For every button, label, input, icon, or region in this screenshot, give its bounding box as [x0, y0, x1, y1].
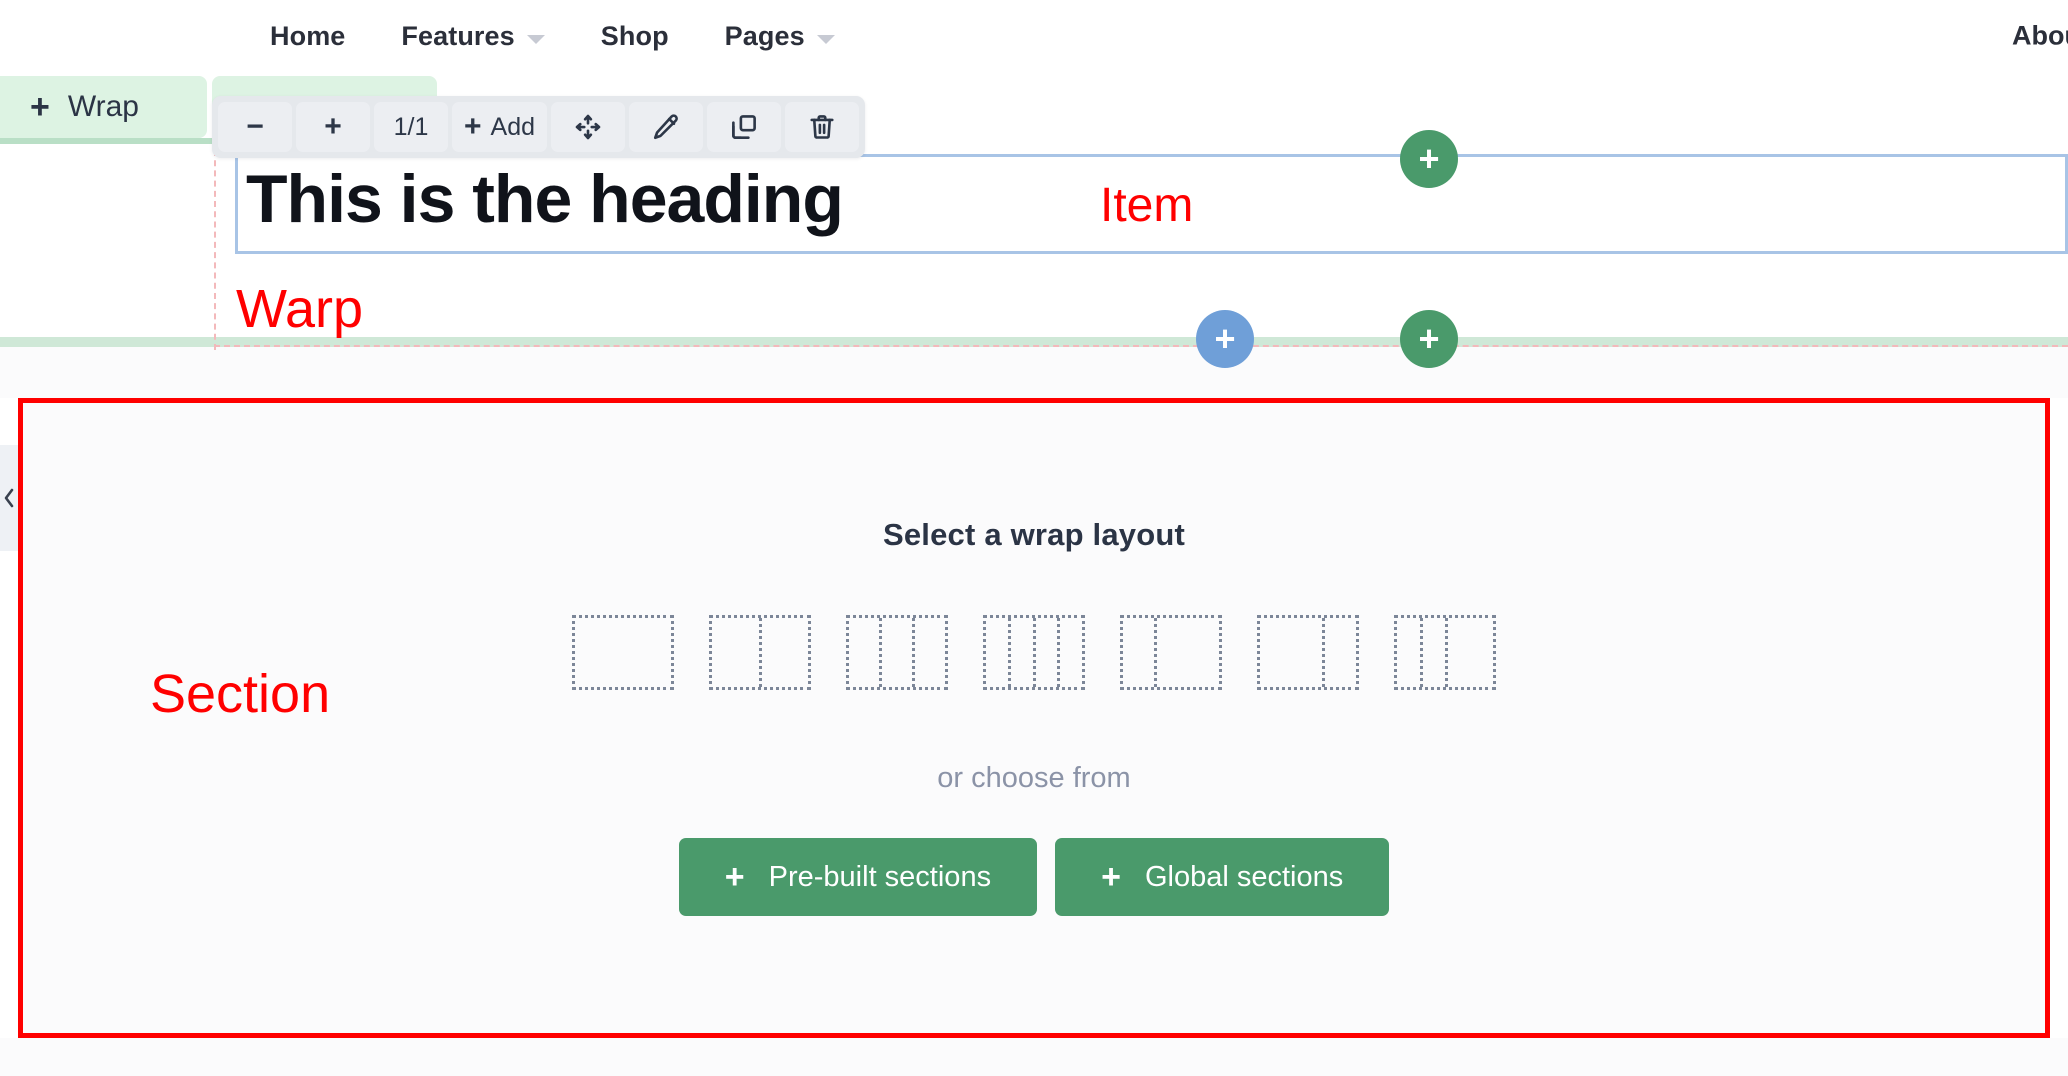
wrap-layout-title: Select a wrap layout: [882, 517, 1186, 552]
edit-icon: [651, 112, 681, 142]
annotation-section: Section: [150, 664, 331, 724]
edit-button[interactable]: [629, 102, 704, 152]
layout-option-1-column[interactable]: [572, 615, 674, 690]
column-counter-label: 1/1: [393, 112, 429, 141]
chevron-down-icon: [816, 34, 835, 44]
minus-icon: −: [246, 110, 264, 143]
editor-canvas-screenshot: Home Features Shop Pages About + Wrap −: [0, 0, 2068, 1076]
chevron-down-icon: [526, 34, 545, 44]
nav-item-features[interactable]: Features: [401, 20, 545, 52]
layout-option-3-column[interactable]: [846, 615, 948, 690]
nav-item-shop[interactable]: Shop: [601, 21, 669, 52]
layout-option-2-column[interactable]: [709, 615, 811, 690]
sidebar-collapse-handle[interactable]: [0, 445, 18, 551]
nav-item-about[interactable]: About: [2012, 21, 2068, 52]
delete-icon: [807, 112, 837, 142]
decrement-button[interactable]: −: [218, 102, 292, 152]
global-sections-label: Global sections: [1144, 860, 1344, 893]
annotation-item: Item: [1100, 179, 1194, 232]
prebuilt-sections-label: Pre-built sections: [768, 860, 992, 893]
layout-option-4-column[interactable]: [983, 615, 1085, 690]
increment-button[interactable]: +: [296, 102, 370, 152]
add-wrap-button[interactable]: +: [1196, 310, 1254, 368]
delete-button[interactable]: [785, 102, 860, 152]
site-nav: Home Features Shop Pages About: [0, 0, 2068, 72]
nav-item-home[interactable]: Home: [270, 21, 345, 52]
plus-icon: +: [324, 110, 342, 143]
site-nav-items: Home Features Shop Pages: [270, 21, 835, 52]
plus-icon: +: [30, 88, 50, 126]
plus-icon: +: [1101, 858, 1121, 896]
plus-icon: +: [724, 858, 745, 896]
move-button[interactable]: [551, 102, 626, 152]
vertical-guide: [214, 150, 216, 350]
column-counter[interactable]: 1/1: [374, 102, 448, 152]
canvas-gap: [0, 347, 2068, 398]
add-item-button-top[interactable]: +: [1400, 130, 1458, 188]
nav-item-label: Features: [401, 20, 515, 51]
nav-item-label: Home: [270, 20, 346, 51]
layout-option-2-column-wide-narrow[interactable]: [1257, 615, 1359, 690]
add-button-label: Add: [490, 112, 536, 141]
prebuilt-sections-button[interactable]: + Pre-built sections: [678, 838, 1038, 916]
section-source-buttons: + Pre-built sections + Global sections: [678, 838, 1390, 916]
nav-item-label: Pages: [724, 20, 805, 51]
add-item-button-row[interactable]: +: [1400, 310, 1458, 368]
canvas-bottom: [0, 1038, 2068, 1076]
page-heading[interactable]: This is the heading: [246, 156, 844, 243]
wrap-layout-options: [572, 615, 1496, 690]
duplicate-button[interactable]: [707, 102, 782, 152]
annotation-warp: Warp: [236, 279, 364, 339]
duplicate-icon: [729, 112, 759, 142]
chevron-left-icon: [2, 487, 16, 509]
add-wrap-tab[interactable]: + Wrap: [0, 76, 207, 138]
add-button[interactable]: + Add: [452, 102, 548, 152]
move-icon: [573, 112, 603, 142]
layout-option-2-column-narrow-wide[interactable]: [1120, 615, 1222, 690]
or-choose-from-label: or choose from: [937, 762, 1131, 794]
element-toolbar: − + 1/1 + Add: [212, 96, 866, 158]
horizontal-guide: [214, 345, 2068, 347]
nav-item-pages[interactable]: Pages: [725, 21, 835, 52]
nav-item-label: Shop: [600, 20, 669, 51]
wrap-tab-underline: [0, 138, 212, 144]
global-sections-button[interactable]: + Global sections: [1055, 838, 1390, 916]
layout-option-3-column-uneven[interactable]: [1394, 615, 1496, 690]
plus-icon: +: [464, 110, 482, 143]
add-wrap-tab-label: Wrap: [67, 90, 139, 123]
